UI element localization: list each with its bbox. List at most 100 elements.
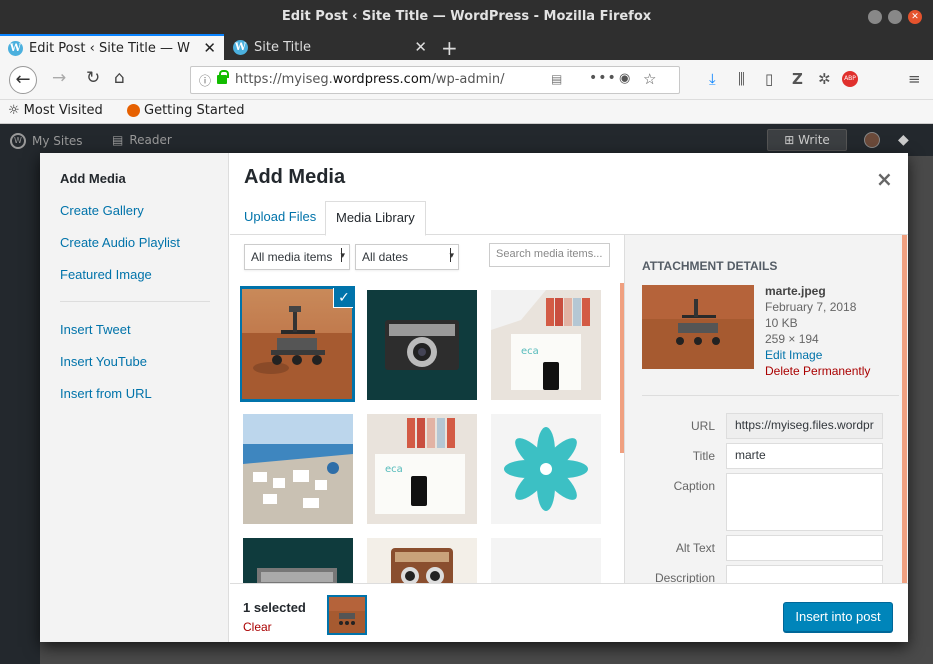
camera-image	[243, 538, 353, 583]
selected-thumbnail[interactable]	[327, 595, 367, 635]
write-button[interactable]: ⊞ Write	[767, 129, 847, 151]
close-tab-icon[interactable]: ✕	[203, 39, 216, 57]
media-item-marte[interactable]: ✓	[240, 286, 355, 402]
bookmark-label: Most Visited	[23, 103, 103, 118]
delete-permanently-link[interactable]: Delete Permanently	[765, 363, 870, 379]
my-sites-link[interactable]: W My Sites	[10, 133, 83, 149]
search-input[interactable]: Search media items...	[489, 243, 610, 267]
media-item-santorini[interactable]	[243, 414, 353, 524]
firefox-icon	[127, 104, 140, 117]
tab-site-title[interactable]: W Site Title ✕	[225, 34, 435, 60]
tab-media-library[interactable]: Media Library	[325, 201, 426, 236]
insert-into-post-button[interactable]: Insert into post	[783, 602, 893, 632]
bookmark-getting-started[interactable]: Getting Started	[127, 103, 245, 118]
media-item-desk-2[interactable]: eca	[367, 414, 477, 524]
notifications-icon[interactable]: ◆	[898, 132, 909, 148]
window-titlebar: Edit Post ‹ Site Title — WordPress - Moz…	[0, 0, 933, 34]
media-item-flower[interactable]	[491, 414, 601, 524]
menu-icon[interactable]: ≡	[908, 70, 921, 88]
tab-upload-files[interactable]: Upload Files	[234, 201, 326, 235]
wp-admin-sidebar	[0, 156, 40, 664]
adblock-icon[interactable]: ABP	[842, 71, 858, 87]
lock-icon[interactable]	[217, 70, 229, 84]
bookmark-star-icon[interactable]: ☆	[643, 70, 656, 88]
menu-featured-image[interactable]: Featured Image	[60, 267, 152, 282]
new-tab-button[interactable]: +	[441, 36, 458, 60]
close-icon[interactable]: ×	[876, 167, 893, 191]
forward-button[interactable]: →	[52, 68, 66, 88]
wordpress-icon: W	[10, 133, 26, 149]
tab-label: Edit Post ‹ Site Title — W	[29, 40, 191, 56]
translate-icon[interactable]: ✲	[818, 70, 831, 88]
attachment-date: February 7, 2018	[765, 300, 857, 314]
selected-check-icon[interactable]: ✓	[333, 288, 353, 308]
home-button[interactable]: ⌂	[114, 68, 125, 88]
media-menu: Add Media Create Gallery Create Audio Pl…	[40, 153, 229, 642]
menu-create-audio-playlist[interactable]: Create Audio Playlist	[60, 235, 180, 250]
minimize-icon[interactable]	[868, 10, 882, 24]
attachment-thumbnail	[642, 285, 754, 369]
url-label: URL	[690, 419, 715, 433]
camera-image	[367, 290, 477, 400]
pocket-icon[interactable]: ◉	[619, 71, 630, 86]
menu-insert-from-url[interactable]: Insert from URL	[60, 386, 152, 401]
date-value: All dates	[362, 250, 409, 264]
back-button[interactable]: ←	[9, 66, 37, 94]
write-icon: ⊞	[784, 133, 795, 147]
mars-rover-image	[642, 285, 754, 369]
avatar[interactable]	[864, 132, 880, 148]
modal-title: Add Media	[244, 166, 346, 188]
reader-icon: ▤	[112, 133, 124, 147]
description-field[interactable]	[726, 565, 883, 583]
reload-button[interactable]: ↻	[86, 68, 100, 88]
alt-text-field[interactable]	[726, 535, 883, 561]
bookmark-label: Getting Started	[144, 103, 245, 118]
media-toolbar: 1 selected Clear Insert into post	[230, 583, 908, 642]
caption-field[interactable]	[726, 473, 883, 531]
sidebar-icon[interactable]: ▯	[765, 70, 773, 88]
title-field[interactable]: marte	[726, 443, 883, 469]
menu-insert-tweet[interactable]: Insert Tweet	[60, 322, 131, 337]
menu-create-gallery[interactable]: Create Gallery	[60, 203, 144, 218]
svg-text:eca: eca	[521, 346, 539, 357]
caption-label: Caption	[673, 479, 715, 493]
downloads-icon[interactable]: ⤓	[709, 70, 716, 88]
media-item-camera-2[interactable]	[243, 538, 353, 583]
media-item-desk[interactable]: eca	[491, 290, 601, 400]
desk-image: eca	[367, 414, 477, 524]
chevron-down-icon: ▾	[449, 248, 454, 262]
url-text[interactable]: https://myiseg.wordpress.com/wp-admin/po	[235, 72, 505, 87]
media-item-vintage-camera[interactable]	[367, 538, 477, 583]
clear-selection-link[interactable]: Clear	[243, 620, 272, 634]
details-scrollbar[interactable]	[902, 235, 907, 583]
reader-label: Reader	[129, 133, 172, 147]
info-icon[interactable]: ⓘ	[199, 72, 211, 89]
library-icon[interactable]: ⫼	[738, 70, 745, 88]
media-type-filter[interactable]: All media items ▾	[244, 244, 350, 270]
maximize-icon[interactable]	[888, 10, 902, 24]
media-item-placeholder[interactable]	[491, 538, 601, 583]
url-bar[interactable]: ⓘ https://myiseg.wordpress.com/wp-admin/…	[190, 66, 680, 94]
page-actions-icon[interactable]: •••	[589, 70, 617, 86]
reader-view-icon[interactable]: ▤	[551, 72, 562, 86]
date-filter[interactable]: All dates ▾	[355, 244, 459, 270]
media-item-camera[interactable]	[367, 290, 477, 400]
chevron-down-icon: ▾	[340, 248, 345, 262]
bookmark-most-visited[interactable]: ☼ Most Visited	[8, 103, 103, 118]
edit-image-link[interactable]: Edit Image	[765, 347, 870, 363]
write-label: Write	[798, 133, 830, 147]
close-window-icon[interactable]: ✕	[908, 10, 922, 24]
zotero-icon[interactable]: Z	[792, 70, 803, 88]
tab-edit-post[interactable]: W Edit Post ‹ Site Title — W ✕	[0, 34, 224, 60]
reader-link[interactable]: ▤ Reader	[112, 133, 172, 147]
url-field[interactable]: https://myiseg.files.wordpr	[726, 413, 883, 439]
desk-image: eca	[491, 290, 601, 400]
attachment-size: 10 KB	[765, 316, 798, 330]
close-tab-icon[interactable]: ✕	[414, 38, 427, 56]
tab-strip: W Edit Post ‹ Site Title — W ✕ W Site Ti…	[0, 34, 933, 60]
menu-add-media[interactable]: Add Media	[60, 171, 126, 186]
details-separator	[642, 395, 899, 396]
add-media-modal: Add Media Create Gallery Create Audio Pl…	[40, 153, 908, 642]
menu-insert-youtube[interactable]: Insert YouTube	[60, 354, 147, 369]
media-router: Upload Files Media Library	[230, 201, 908, 236]
